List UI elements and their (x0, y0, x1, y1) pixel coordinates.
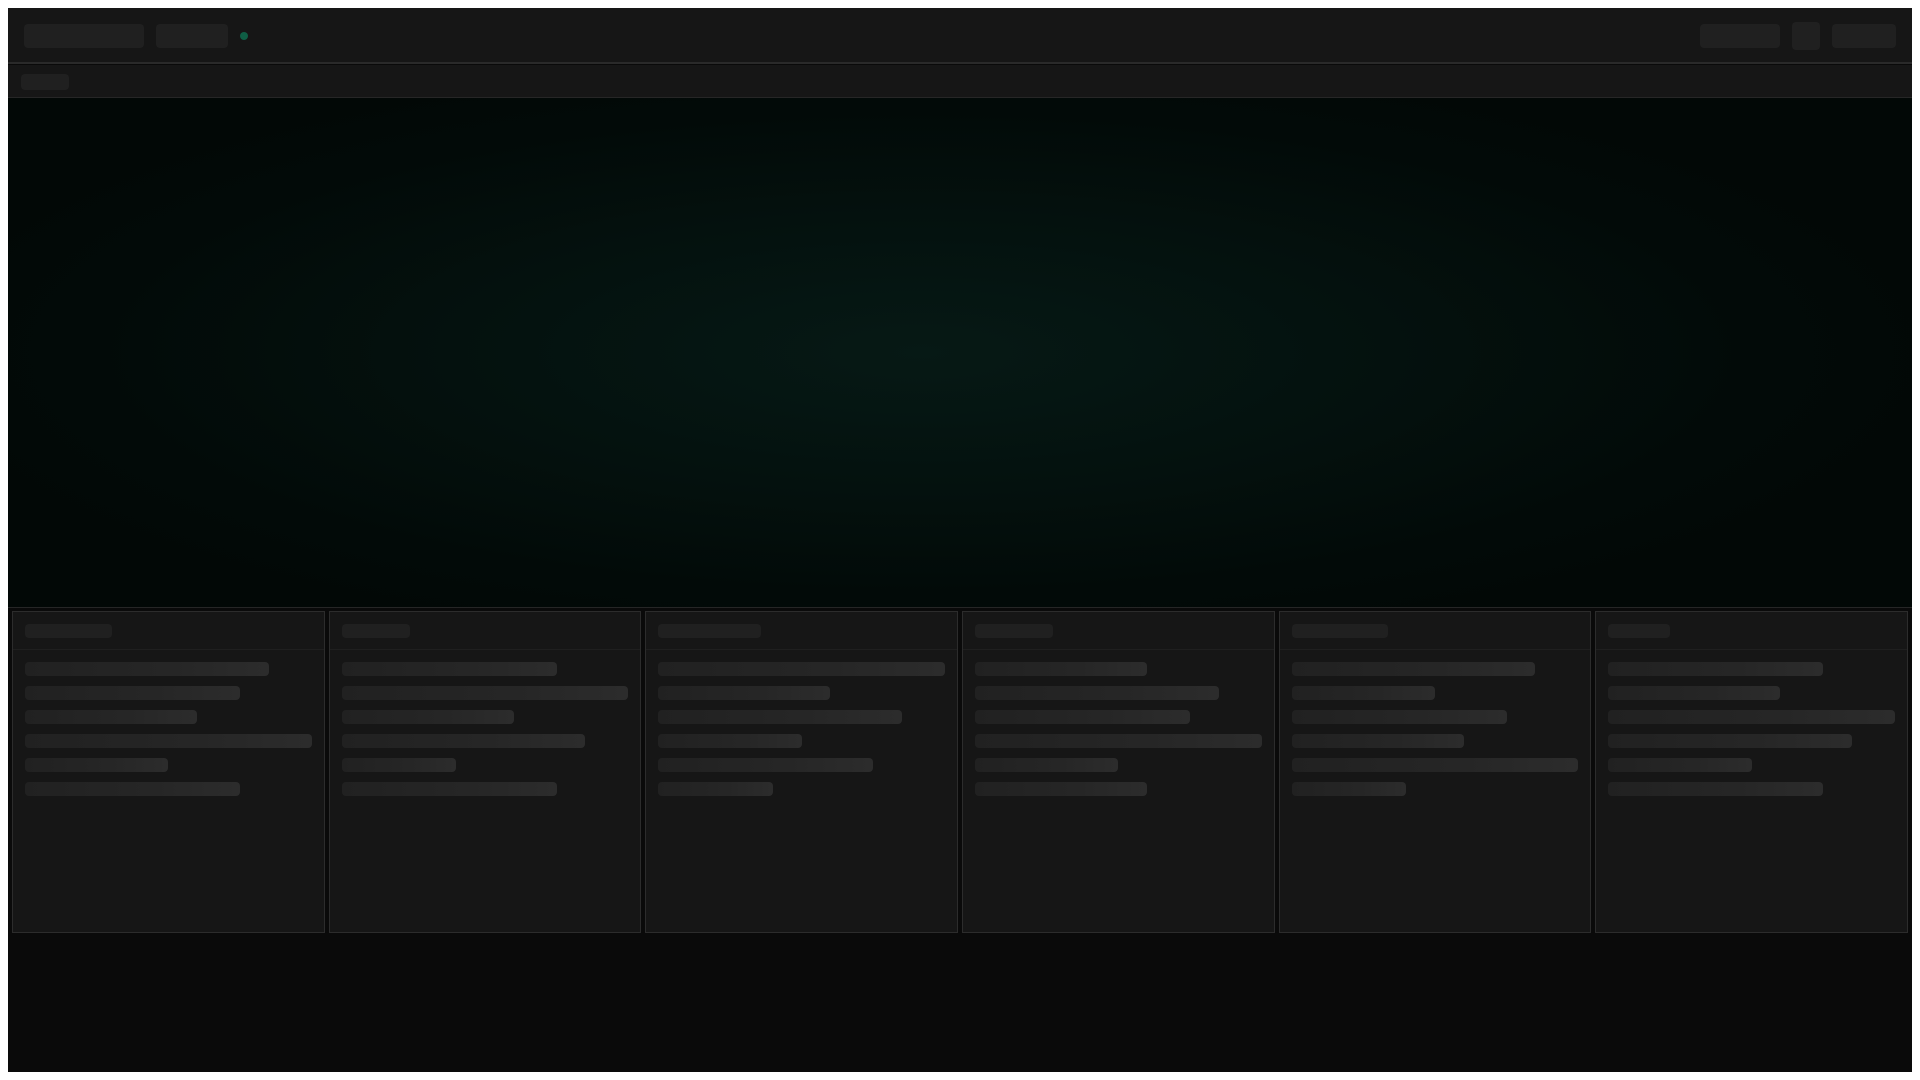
panel-title-skeleton (975, 624, 1053, 638)
text-line-skeleton (975, 710, 1191, 724)
text-line-skeleton (975, 686, 1219, 700)
text-line-skeleton (1291, 782, 1407, 796)
text-line-skeleton (658, 734, 802, 748)
text-line-skeleton (1608, 782, 1824, 796)
text-line-skeleton (975, 782, 1148, 796)
text-line-skeleton (1608, 734, 1853, 748)
panel-lines (658, 662, 946, 806)
panel-title-skeleton (341, 624, 411, 638)
panel-lines (1608, 662, 1896, 806)
text-line-skeleton (341, 662, 557, 676)
tab-skeleton[interactable] (156, 24, 228, 48)
panel-lines (1291, 662, 1579, 806)
text-line-skeleton (1608, 710, 1896, 724)
panel-header (963, 612, 1274, 650)
panel-header (329, 612, 641, 650)
text-line-skeleton (1291, 710, 1507, 724)
text-line-skeleton (25, 662, 269, 676)
text-line-skeleton (658, 686, 831, 700)
text-line-skeleton (341, 686, 629, 700)
hero-canvas (8, 98, 1912, 608)
text-line-skeleton (658, 782, 773, 796)
text-line-skeleton (341, 710, 514, 724)
text-line-skeleton (975, 758, 1119, 772)
text-line-skeleton (1608, 758, 1752, 772)
panel-lines (975, 662, 1262, 806)
app-title-skeleton (24, 24, 144, 48)
breadcrumb-bar (8, 65, 1912, 98)
text-line-skeleton (1291, 758, 1579, 772)
panel-lines (341, 662, 629, 806)
icon-button-skeleton[interactable] (1792, 22, 1820, 50)
panel-title-skeleton (658, 624, 761, 638)
loading-panel (645, 611, 959, 933)
loading-panel (1595, 611, 1909, 933)
panel-title-skeleton (1291, 624, 1388, 638)
text-line-skeleton (1291, 686, 1436, 700)
top-bar (8, 8, 1912, 64)
toolbar-button-skeleton[interactable] (1700, 24, 1780, 48)
action-button-skeleton[interactable] (1832, 24, 1896, 48)
text-line-skeleton (341, 782, 557, 796)
loading-panel (12, 611, 325, 933)
text-line-skeleton (1608, 686, 1781, 700)
text-line-skeleton (1291, 734, 1464, 748)
status-indicator-dot (240, 32, 248, 40)
panel-header (1596, 612, 1908, 650)
loading-panel (328, 611, 642, 933)
text-line-skeleton (25, 758, 169, 772)
panel-header (1279, 612, 1591, 650)
text-line-skeleton (658, 710, 902, 724)
loading-panel (1278, 611, 1592, 933)
panel-title-skeleton (1608, 624, 1671, 638)
text-line-skeleton (658, 758, 874, 772)
text-line-skeleton (1291, 662, 1536, 676)
panel-lines (25, 662, 312, 806)
app-window (8, 8, 1912, 1072)
loading-panel (962, 611, 1275, 933)
text-line-skeleton (975, 662, 1148, 676)
text-line-skeleton (25, 734, 312, 748)
panel-title-skeleton (25, 624, 112, 638)
text-line-skeleton (25, 782, 240, 796)
text-line-skeleton (25, 686, 240, 700)
text-line-skeleton (1608, 662, 1824, 676)
breadcrumb-skeleton (21, 74, 69, 90)
text-line-skeleton (341, 734, 586, 748)
text-line-skeleton (658, 662, 946, 676)
text-line-skeleton (25, 710, 197, 724)
text-line-skeleton (341, 758, 457, 772)
text-line-skeleton (975, 734, 1262, 748)
panel-header (646, 612, 958, 650)
panel-grid (12, 611, 1909, 933)
panel-header (13, 612, 324, 650)
